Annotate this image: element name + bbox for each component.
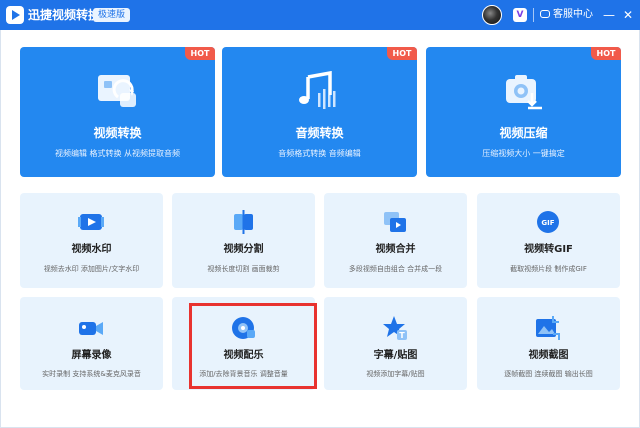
svg-text:T: T [399, 331, 405, 340]
video-screenshot-card[interactable]: 视频截图 逐帧截图 连续截图 输出长图 [477, 297, 620, 390]
card-title: 字幕/贴图 [373, 350, 418, 361]
card-description: 添加/去除背景音乐 调整音量 [199, 370, 288, 378]
card-title: 视频合并 [375, 244, 416, 255]
subtitle-sticker-card[interactable]: T 字幕/贴图 视频添加字幕/贴图 [324, 297, 467, 390]
card-description: 压缩视频大小 一键搞定 [482, 149, 565, 158]
avatar[interactable] [482, 5, 502, 25]
svg-text:GIF: GIF [541, 219, 554, 227]
video-watermark-card[interactable]: 视频水印 视频去水印 添加图片/文字水印 [20, 193, 163, 288]
customer-service-button[interactable]: 客服中心 [540, 7, 593, 23]
card-description: 截取视频片段 制作成GIF [510, 265, 587, 273]
audio-convert-card[interactable]: HOT 音频转换 音频格式转换 音频编辑 [222, 47, 417, 177]
hot-badge: HOT [387, 47, 417, 60]
chat-icon [540, 10, 550, 18]
camera-record-icon [79, 322, 103, 335]
card-description: 视频去水印 添加图片/文字水印 [43, 265, 140, 273]
video-split-card[interactable]: 视频分割 视频长度切割 画面裁剪 [172, 193, 315, 288]
vip-icon[interactable]: V [513, 8, 527, 22]
card-title: 视频转换 [93, 126, 142, 140]
video-convert-icon [98, 75, 136, 107]
video-music-card[interactable]: 视频配乐 添加/去除背景音乐 调整音量 [172, 297, 315, 390]
card-title: 视频配乐 [223, 350, 264, 361]
divider [533, 8, 534, 22]
minimize-button[interactable]: — [601, 6, 617, 24]
video-convert-card[interactable]: HOT 视频转换 视频编辑 格式转换 从视频提取音频 [20, 47, 215, 177]
card-description: 逐帧截图 连续截图 输出长图 [504, 370, 593, 378]
title-bar: 迅捷视频转换器 极速版 V 客服中心 — ✕ [0, 0, 640, 30]
merge-icon [384, 212, 406, 232]
video-compress-card[interactable]: HOT 视频压缩 压缩视频大小 一键搞定 [426, 47, 621, 177]
screenshot-icon [536, 316, 560, 340]
card-description: 视频编辑 格式转换 从视频提取音频 [54, 149, 181, 158]
music-note-icon [299, 71, 336, 109]
card-title: 视频压缩 [499, 126, 548, 140]
card-title: 音频转换 [295, 126, 344, 140]
app-logo-icon [6, 6, 24, 24]
video-merge-card[interactable]: 视频合并 多段视频自由组合 合并成一段 [324, 193, 467, 288]
customer-service-label: 客服中心 [553, 9, 593, 20]
card-title: 视频转GIF [524, 244, 573, 255]
split-icon [234, 210, 253, 234]
video-to-gif-card[interactable]: GIF 视频转GIF 截取视频片段 制作成GIF [477, 193, 620, 288]
card-description: 视频添加字幕/贴图 [366, 370, 425, 378]
card-description: 音频格式转换 音频编辑 [278, 149, 361, 158]
music-disc-icon [232, 317, 255, 339]
card-title: 视频截图 [528, 350, 569, 361]
close-button[interactable]: ✕ [620, 6, 636, 24]
gif-icon: GIF [537, 211, 559, 233]
card-description: 多段视频自由组合 合并成一段 [348, 265, 443, 273]
hot-badge: HOT [185, 47, 215, 60]
card-title: 屏幕录像 [71, 350, 112, 361]
card-title: 视频分割 [223, 244, 264, 255]
card-description: 实时录制 支持系统&麦克风录音 [42, 370, 141, 378]
screen-record-card[interactable]: 屏幕录像 实时录制 支持系统&麦克风录音 [20, 297, 163, 390]
hot-badge: HOT [591, 47, 621, 60]
card-description: 视频长度切割 画面裁剪 [207, 265, 280, 273]
compress-camera-icon [506, 75, 542, 110]
card-title: 视频水印 [71, 244, 112, 255]
watermark-icon [78, 214, 104, 230]
star-sticker-icon: T [383, 316, 407, 340]
edition-badge: 极速版 [93, 8, 131, 22]
